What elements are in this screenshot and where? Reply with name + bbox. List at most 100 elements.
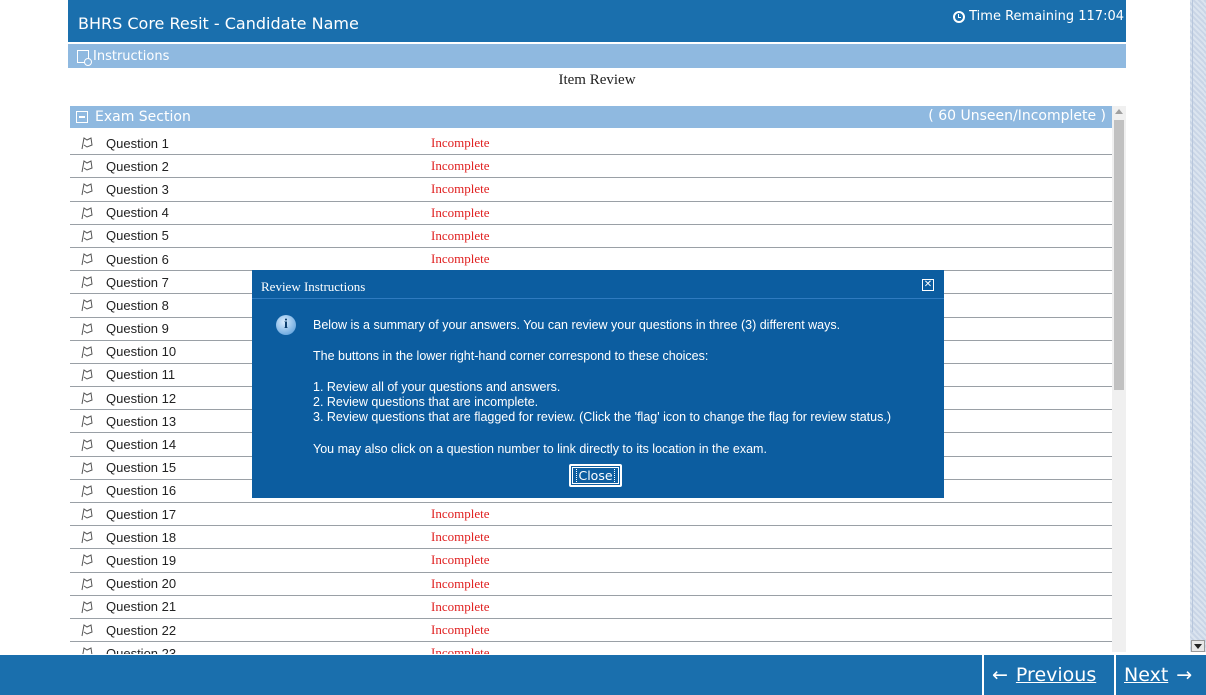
question-status: Incomplete xyxy=(431,181,490,197)
dialog-summary-text: Below is a summary of your answers. You … xyxy=(313,318,841,332)
scroll-up-icon[interactable] xyxy=(1115,109,1123,114)
app-header: BHRS Core Resit - Candidate Name Time Re… xyxy=(68,0,1126,42)
flag-icon[interactable] xyxy=(80,182,94,196)
dialog-choice-2: 2. Review questions that are incomplete. xyxy=(313,395,539,409)
previous-button[interactable]: ← Previous xyxy=(982,655,1112,695)
question-row[interactable]: Question 6 Incomplete xyxy=(70,248,1112,272)
flag-icon[interactable] xyxy=(80,229,94,243)
section-count: ( 60 Unseen/Incomplete ) xyxy=(928,108,1106,124)
question-status: Incomplete xyxy=(431,158,490,174)
question-label[interactable]: Question 4 xyxy=(106,205,296,220)
question-status: Incomplete xyxy=(431,645,490,654)
flag-icon[interactable] xyxy=(80,136,94,150)
question-label[interactable]: Question 20 xyxy=(106,576,296,591)
question-label[interactable]: Question 6 xyxy=(106,252,296,267)
question-row[interactable]: Question 5 Incomplete xyxy=(70,225,1112,248)
timer: Time Remaining 117:04 xyxy=(953,9,1124,24)
review-instructions-dialog: Review Instructions ✕ i Below is a summa… xyxy=(252,270,944,498)
question-row[interactable]: Question 2 Incomplete xyxy=(70,155,1112,179)
question-row[interactable]: Question 18 Incomplete xyxy=(70,526,1112,550)
timer-text: Time Remaining 117:04 xyxy=(969,9,1124,24)
flag-icon[interactable] xyxy=(80,275,94,289)
question-status: Incomplete xyxy=(431,251,490,267)
arrow-left-icon: ← xyxy=(992,664,1008,686)
section-header[interactable]: Exam Section ( 60 Unseen/Incomplete ) xyxy=(70,106,1112,128)
flag-icon[interactable] xyxy=(80,159,94,173)
close-icon[interactable]: ✕ xyxy=(922,279,934,291)
dialog-body: i Below is a summary of your answers. Yo… xyxy=(252,298,944,498)
close-button[interactable]: Close xyxy=(569,464,622,487)
dialog-link-text: You may also click on a question number … xyxy=(313,442,767,456)
flag-icon[interactable] xyxy=(80,391,94,405)
dialog-choice-1: 1. Review all of your questions and answ… xyxy=(313,380,561,394)
question-label[interactable]: Question 3 xyxy=(106,182,296,197)
flag-icon[interactable] xyxy=(80,530,94,544)
question-label[interactable]: Question 23 xyxy=(106,646,296,654)
flag-icon[interactable] xyxy=(80,368,94,382)
next-button[interactable]: Next → xyxy=(1114,655,1206,695)
question-row[interactable]: Question 20 Incomplete xyxy=(70,573,1112,596)
question-label[interactable]: Question 19 xyxy=(106,553,296,568)
question-row[interactable]: Question 21 Incomplete xyxy=(70,596,1112,619)
close-button-label: Close xyxy=(576,467,615,484)
clock-icon xyxy=(953,10,966,23)
question-row[interactable]: Question 3 Incomplete xyxy=(70,178,1112,202)
question-status: Incomplete xyxy=(431,598,490,614)
scroll-thumb[interactable] xyxy=(1114,120,1124,390)
section-name: Exam Section xyxy=(95,109,191,125)
flag-icon[interactable] xyxy=(80,484,94,498)
instructions-label: Instructions xyxy=(93,48,170,64)
list-scrollbar[interactable] xyxy=(1112,106,1126,652)
question-label[interactable]: Question 18 xyxy=(106,530,296,545)
flag-icon[interactable] xyxy=(80,600,94,614)
question-row[interactable]: Question 23 Incomplete xyxy=(70,642,1112,654)
document-search-icon xyxy=(77,49,92,66)
dialog-choice-list: 1. Review all of your questions and answ… xyxy=(313,380,891,425)
flag-icon[interactable] xyxy=(80,206,94,220)
instructions-link[interactable]: Instructions xyxy=(68,44,1126,68)
question-status: Incomplete xyxy=(431,529,490,545)
flag-icon[interactable] xyxy=(80,577,94,591)
collapse-icon[interactable] xyxy=(76,111,88,123)
info-icon: i xyxy=(276,315,296,335)
question-status: Incomplete xyxy=(431,622,490,638)
exam-title: BHRS Core Resit - Candidate Name xyxy=(78,14,359,33)
flag-icon[interactable] xyxy=(80,414,94,428)
dialog-title-bar: Review Instructions ✕ xyxy=(252,270,944,298)
question-row[interactable]: Question 1 Incomplete xyxy=(70,132,1112,156)
question-row[interactable]: Question 4 Incomplete xyxy=(70,202,1112,225)
question-row[interactable]: Question 19 Incomplete xyxy=(70,549,1112,573)
flag-icon[interactable] xyxy=(80,553,94,567)
question-status: Incomplete xyxy=(431,227,490,243)
question-status: Incomplete xyxy=(431,506,490,522)
question-label[interactable]: Question 21 xyxy=(106,599,296,614)
scroll-down-icon[interactable] xyxy=(1191,640,1205,652)
page-scroll-thumb[interactable] xyxy=(1192,0,1204,632)
question-label[interactable]: Question 22 xyxy=(106,623,296,638)
flag-icon[interactable] xyxy=(80,438,94,452)
flag-icon[interactable] xyxy=(80,345,94,359)
question-row[interactable]: Question 17 Incomplete xyxy=(70,503,1112,527)
page-scrollbar[interactable] xyxy=(1190,0,1206,652)
question-label[interactable]: Question 2 xyxy=(106,159,296,174)
flag-icon[interactable] xyxy=(80,322,94,336)
arrow-right-icon: → xyxy=(1176,664,1193,686)
flag-icon[interactable] xyxy=(80,298,94,312)
question-label[interactable]: Question 5 xyxy=(106,228,296,243)
next-label: Next xyxy=(1124,664,1169,686)
dialog-choices-text: The buttons in the lower right-hand corn… xyxy=(313,349,709,363)
question-label[interactable]: Question 1 xyxy=(106,136,296,151)
flag-icon[interactable] xyxy=(80,646,94,654)
question-status: Incomplete xyxy=(431,575,490,591)
footer-bar: ← Previous Next → xyxy=(0,655,1206,695)
dialog-choice-3: 3. Review questions that are flagged for… xyxy=(313,410,891,424)
question-status: Incomplete xyxy=(431,204,490,220)
question-row[interactable]: Question 22 Incomplete xyxy=(70,619,1112,643)
page-title: Item Review xyxy=(558,72,636,88)
flag-icon[interactable] xyxy=(80,507,94,521)
question-label[interactable]: Question 17 xyxy=(106,507,296,522)
flag-icon[interactable] xyxy=(80,461,94,475)
question-status: Incomplete xyxy=(431,552,490,568)
flag-icon[interactable] xyxy=(80,623,94,637)
flag-icon[interactable] xyxy=(80,252,94,266)
